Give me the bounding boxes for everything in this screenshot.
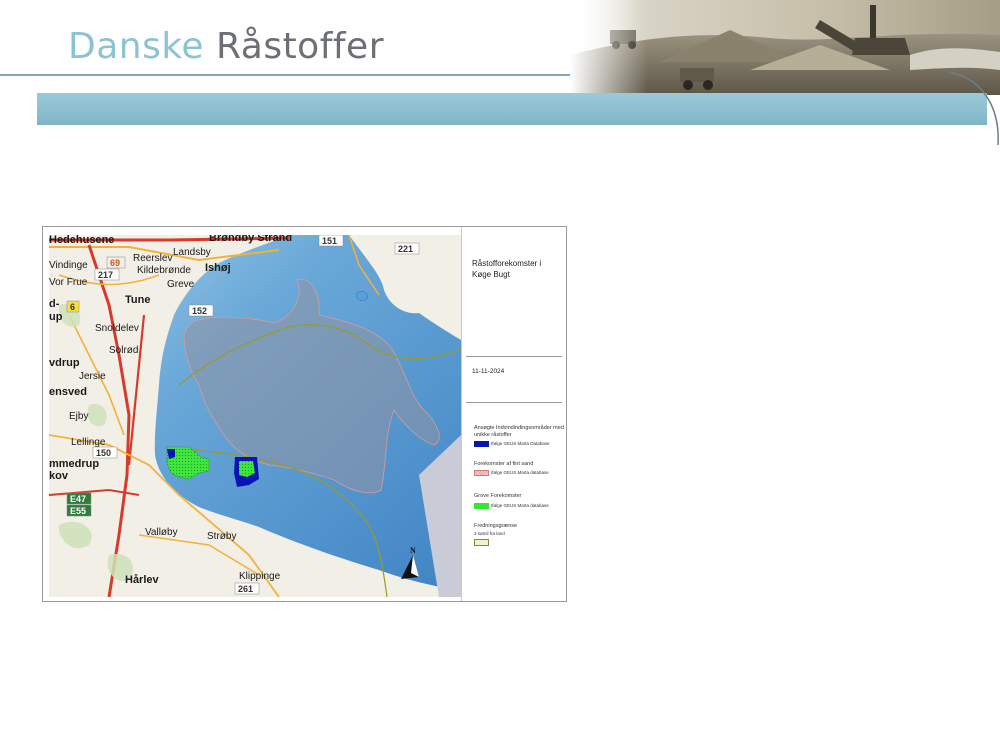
road-number-label: 221 xyxy=(398,244,413,254)
town-label: Brøndby Strand xyxy=(209,235,292,244)
road-number-shield: 151 xyxy=(318,235,344,247)
brand-word-2: Råstoffer xyxy=(216,26,385,67)
town-label: mmedrup xyxy=(49,458,99,470)
koge-bugt-map: N Hedehusene Brøndby Strand Vindinge Landsb… xyxy=(49,235,461,597)
town-label: Hedehusene xyxy=(49,235,114,246)
road-number-label: E55 xyxy=(70,506,86,516)
town-label: Vindinge xyxy=(49,260,88,271)
legend-divider xyxy=(466,402,562,403)
town-label: kov xyxy=(49,470,69,482)
map-date: 11-11-2024 xyxy=(472,368,505,375)
legend-heading-coarse: Grove Forekomster xyxy=(474,493,522,499)
town-label: ensved xyxy=(49,386,87,398)
legend-heading-unique: Ansøgte Indvindindingsområder med unikke… xyxy=(474,425,564,438)
legend-item-unique: Ifølge GEUS Marta Database xyxy=(474,441,566,447)
town-label: Landsby xyxy=(173,247,211,258)
road-number-shield: 261 xyxy=(234,582,260,595)
town-label: Ishøj xyxy=(205,262,231,274)
map-legend: Råstofforekomster i Køge Bugt 11-11-2024… xyxy=(461,227,568,601)
legend-item-protection xyxy=(474,539,566,546)
road-number-shield: 150 xyxy=(92,446,118,459)
map-canvas: N Hedehusene Brøndby Strand Vindinge Landsb… xyxy=(49,235,461,597)
legend-heading-protection: Fredningsgrænse xyxy=(474,523,518,529)
road-number-label: 152 xyxy=(192,306,207,316)
town-label: Valløby xyxy=(145,527,178,538)
road-number-label: 151 xyxy=(322,236,337,246)
town-label: Greve xyxy=(167,279,195,290)
decorative-swoosh xyxy=(949,71,999,145)
road-number-label: 69 xyxy=(110,258,120,268)
legend-item-coarse: Ifølge GEUS Marta database xyxy=(474,503,566,509)
legend-swatch-coarse xyxy=(474,503,489,509)
town-label: Klippinge xyxy=(239,571,281,582)
road-number-shield: 221 xyxy=(394,242,420,255)
legend-swatch-unique xyxy=(474,441,489,447)
town-label: up xyxy=(49,311,63,323)
road-number-label: 6 xyxy=(70,302,75,312)
town-label: Jersie xyxy=(79,371,106,382)
town-label: Lellinge xyxy=(71,437,106,448)
road-number-shield: 217 xyxy=(94,268,120,281)
legend-swatch-fine-sand xyxy=(474,470,489,476)
road-number-shield: E47 xyxy=(66,492,92,505)
town-label: Snoldelev xyxy=(95,323,139,334)
legend-divider xyxy=(466,356,562,357)
brand-word-1: Danske xyxy=(68,26,205,67)
town-label: Strøby xyxy=(207,531,236,542)
road-number-label: 150 xyxy=(96,448,111,458)
map-figure: N Hedehusene Brøndby Strand Vindinge Landsb… xyxy=(42,226,567,602)
road-number-shield: 6 xyxy=(66,300,80,313)
map-title: Råstofforekomster i Køge Bugt xyxy=(472,259,542,279)
header-divider xyxy=(0,74,600,76)
town-label: Kildebrønde xyxy=(137,265,191,276)
road-number-label: 217 xyxy=(98,270,113,280)
road-number-shield: 152 xyxy=(188,304,214,317)
lake xyxy=(356,291,368,301)
road-number-shield: 69 xyxy=(106,256,126,269)
north-label: N xyxy=(410,546,416,555)
town-label: Vor Frue xyxy=(49,277,88,288)
town-label: d- xyxy=(49,298,60,310)
town-label: Solrød xyxy=(109,345,138,356)
legend-item-fine-sand: Ifølge GEUS Marta database xyxy=(474,470,566,476)
legend-swatch-protection xyxy=(474,539,489,546)
road-number-label: E47 xyxy=(70,494,86,504)
town-label: Hårlev xyxy=(125,574,160,586)
town-label: vdrup xyxy=(49,357,80,369)
road-number-shield: E55 xyxy=(66,504,92,517)
town-label: Reerslev xyxy=(133,253,172,264)
legend-heading-fine-sand: Forekomster af fint sand xyxy=(474,461,534,467)
legend-label-protection: 3 sømil fra land xyxy=(474,531,505,536)
town-label: Tune xyxy=(125,294,150,306)
accent-bar xyxy=(37,93,987,125)
road-number-label: 261 xyxy=(238,584,253,594)
brand-logo: Danske Råstoffer xyxy=(68,26,384,68)
town-label: Ejby xyxy=(69,411,88,422)
